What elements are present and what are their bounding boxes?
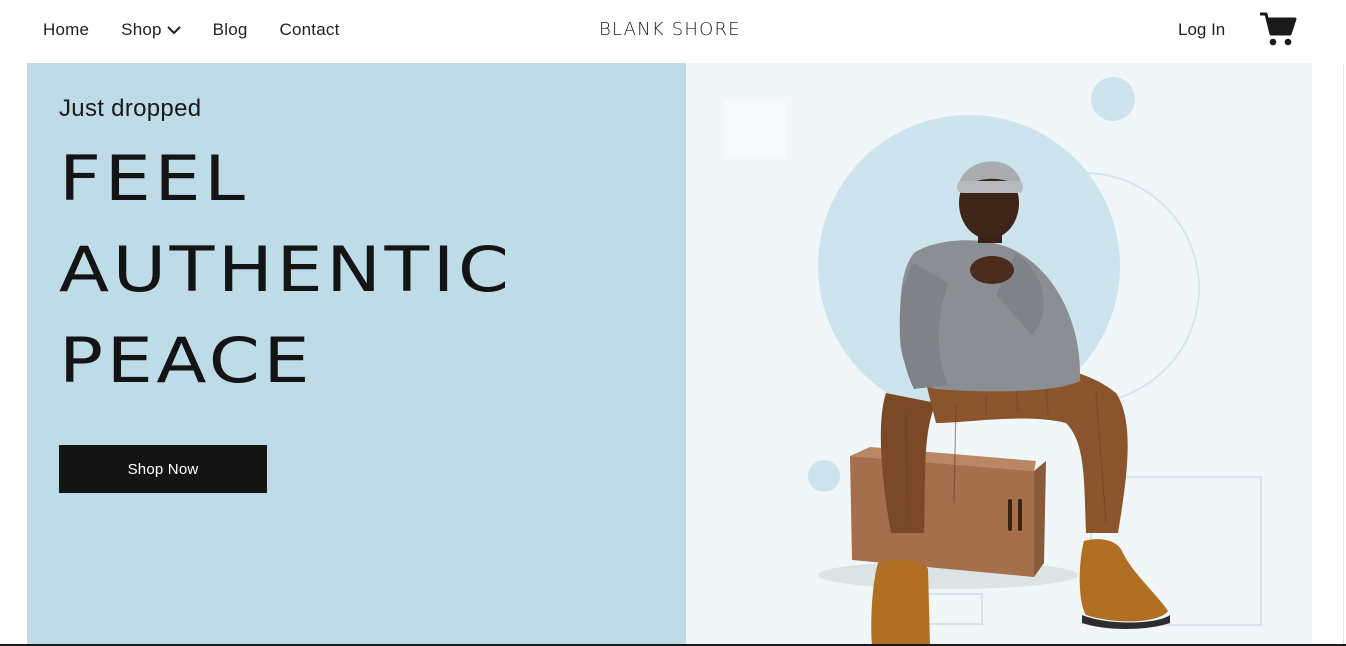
nav-item-label: Home	[43, 20, 90, 39]
wooden-box	[850, 447, 1046, 577]
divider	[1343, 63, 1344, 646]
nav-item-label: Blog	[212, 20, 248, 39]
decor-circle-small	[1091, 77, 1135, 121]
chevron-down-icon	[166, 25, 181, 35]
shopping-cart-icon[interactable]	[1259, 11, 1297, 47]
brand-logo[interactable]: Blank Shore	[599, 19, 741, 40]
hero-headline: Feel Authentic Peace	[59, 133, 512, 406]
login-link[interactable]: Log In	[1178, 20, 1225, 40]
decor-square	[724, 101, 786, 159]
decor-rect-small	[925, 593, 983, 625]
hero-text-panel: Just dropped Feel Authentic Peace Shop N…	[27, 63, 686, 646]
headline-line: Authentic	[59, 233, 513, 306]
main-nav: Home Shop Blog Contact	[43, 20, 372, 40]
nav-item-blog[interactable]: Blog	[213, 20, 248, 40]
page: Home Shop Blog Contact Blank Shore Log I…	[0, 0, 1346, 646]
nav-item-label: Contact	[279, 20, 340, 39]
nav-item-shop[interactable]: Shop	[121, 20, 181, 40]
site-header: Home Shop Blog Contact Blank Shore Log I…	[0, 0, 1346, 63]
headline-line: Peace	[59, 324, 314, 397]
nav-item-contact[interactable]: Contact	[280, 20, 340, 40]
nav-item-home[interactable]: Home	[43, 20, 89, 40]
nav-item-label: Shop	[121, 20, 162, 39]
hero-image-panel	[686, 63, 1312, 646]
page-margin-right	[1312, 63, 1346, 646]
hero-kicker: Just dropped	[59, 95, 202, 122]
shop-now-button[interactable]: Shop Now	[59, 445, 267, 493]
decor-dot	[808, 460, 840, 492]
headline-line: Feel	[59, 142, 249, 215]
hero-image	[724, 77, 1262, 646]
